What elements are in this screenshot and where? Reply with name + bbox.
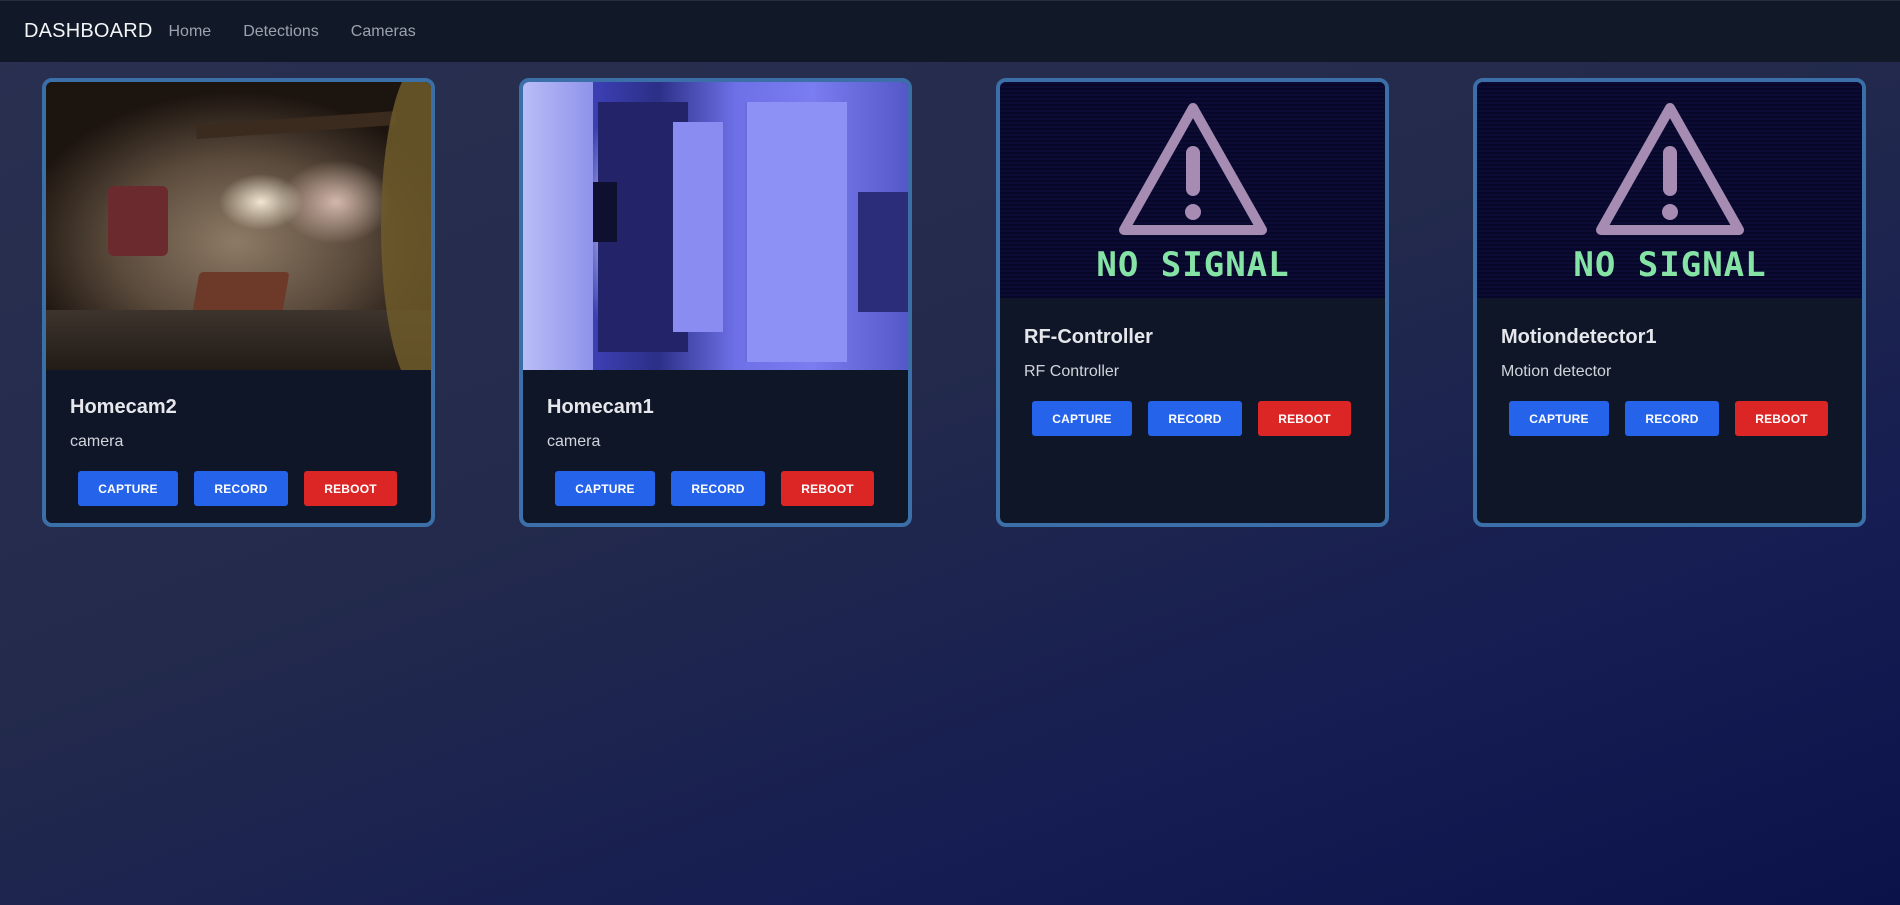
camera-feed-image[interactable]	[46, 82, 431, 370]
nav-link-home[interactable]: Home	[169, 23, 212, 41]
open-door	[673, 122, 723, 332]
reboot-button[interactable]: REBOOT	[1735, 401, 1828, 436]
device-title: RF-Controller	[1024, 326, 1153, 348]
cabinet	[858, 192, 908, 312]
capture-button[interactable]: CAPTURE	[78, 471, 178, 506]
nav-link-detections[interactable]: Detections	[243, 23, 319, 41]
kitchen-table	[192, 272, 290, 312]
textured-wall	[523, 82, 593, 370]
device-card-homecam1: Homecam1 camera CAPTURE RECORD REBOOT	[519, 78, 912, 527]
top-navbar: DASHBOARD Home Detections Cameras	[0, 0, 1900, 62]
capture-button[interactable]: CAPTURE	[555, 471, 655, 506]
record-button[interactable]: RECORD	[1148, 401, 1242, 436]
fisheye-edge	[381, 82, 431, 370]
device-type: Motion detector	[1501, 363, 1612, 380]
device-type: camera	[70, 433, 124, 450]
floor	[46, 310, 431, 370]
capture-button[interactable]: CAPTURE	[1032, 401, 1132, 436]
window	[593, 182, 617, 242]
capture-button[interactable]: CAPTURE	[1509, 401, 1609, 436]
no-signal-feed[interactable]: NO SIGNAL	[1477, 82, 1862, 298]
no-signal-label: NO SIGNAL	[1573, 245, 1766, 285]
device-card-homecam2: Homecam2 camera CAPTURE RECORD REBOOT	[42, 78, 435, 527]
device-grid: Homecam2 camera CAPTURE RECORD REBOOT Ho…	[42, 78, 1868, 528]
device-card-rf-controller: NO SIGNAL RF-Controller RF Controller CA…	[996, 78, 1389, 527]
door-panel	[745, 102, 847, 362]
device-title: Motiondetector1	[1501, 326, 1657, 348]
camera-feed-image[interactable]	[523, 82, 908, 370]
no-signal-feed[interactable]: NO SIGNAL	[1000, 82, 1385, 298]
reboot-button[interactable]: REBOOT	[304, 471, 397, 506]
device-title: Homecam1	[547, 396, 654, 418]
device-title: Homecam2	[70, 396, 177, 418]
record-button[interactable]: RECORD	[194, 471, 288, 506]
record-button[interactable]: RECORD	[671, 471, 765, 506]
device-type: camera	[547, 433, 601, 450]
device-type: RF Controller	[1024, 363, 1120, 380]
reboot-button[interactable]: REBOOT	[1258, 401, 1351, 436]
no-signal-graphic: NO SIGNAL	[1000, 82, 1385, 298]
device-card-motiondetector1: NO SIGNAL Motiondetector1 Motion detecto…	[1473, 78, 1866, 527]
hanging-clothes	[108, 186, 168, 256]
reboot-button[interactable]: REBOOT	[781, 471, 874, 506]
record-button[interactable]: RECORD	[1625, 401, 1719, 436]
brand-logo[interactable]: DASHBOARD	[24, 20, 153, 43]
nav-link-cameras[interactable]: Cameras	[351, 23, 416, 41]
no-signal-graphic: NO SIGNAL	[1477, 82, 1862, 298]
no-signal-label: NO SIGNAL	[1096, 245, 1289, 285]
